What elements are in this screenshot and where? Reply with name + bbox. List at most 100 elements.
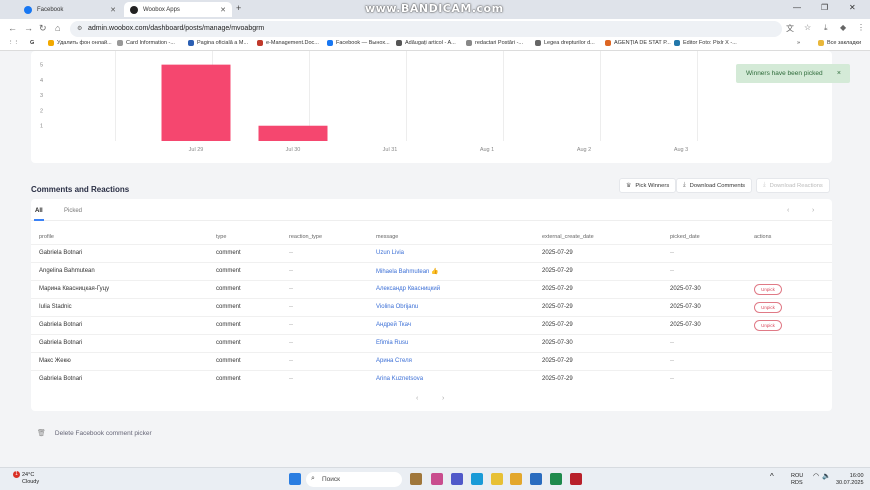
bookmark-item[interactable]: Editor Foto: Pixlr X -... [674,40,737,46]
trophy-icon: ♛ [626,183,632,189]
google-icon[interactable]: G [30,40,34,46]
pick-winners-button[interactable]: ♛ Pick Winners [619,178,677,193]
home-icon[interactable]: ⌂ [55,23,60,33]
download-reactions-button[interactable]: ⤓ Download Reactions [756,178,830,193]
tab-all[interactable]: All [35,208,43,214]
chevron-right-icon[interactable]: › [442,395,444,402]
wifi-icon[interactable]: ◠ [813,473,819,480]
column-header[interactable]: reaction_type [289,234,322,240]
download-icon: ⤓ [683,182,686,188]
tab-woobox[interactable]: Woobox Apps ✕ [124,2,232,17]
chrome-icon[interactable] [491,473,503,485]
cell-type: comment [216,304,241,310]
bookmark-star-icon[interactable]: ☆ [804,23,811,32]
column-header[interactable]: type [216,234,226,240]
tab-title: Facebook [37,6,64,13]
table-row: Gabriela Botnari comment -- Arina Kuznetsov… [31,370,832,388]
cell-picked: -- [670,358,674,364]
folder-icon[interactable] [510,473,522,485]
chevron-right-icon[interactable]: › [812,207,814,214]
unpick-button[interactable]: Unpick [754,320,782,331]
cell-message[interactable]: Arina Kuznetsova [376,376,423,382]
forward-icon[interactable]: → [24,23,33,33]
language-indicator[interactable]: ROU RDS [791,473,803,487]
y-tick-label: 3 [40,93,43,99]
weather-widget[interactable]: 1 24°C Cloudy [8,471,39,486]
recorder-icon[interactable] [570,473,582,485]
photos-icon[interactable] [431,473,443,485]
close-window-icon[interactable]: ✕ [849,3,856,12]
bookmark-item[interactable]: Adăugați articol - A... [396,40,456,46]
x-tick-label: Aug 3 [674,147,688,153]
excel-icon[interactable] [550,473,562,485]
more-bookmarks-icon[interactable]: » [797,40,800,46]
cell-message[interactable]: Андрей Ткач [376,322,411,328]
chevron-left-icon[interactable]: ‹ [416,395,418,402]
unpick-button[interactable]: Unpick [754,284,782,295]
close-tab-icon[interactable]: ✕ [220,6,226,14]
chevron-up-icon[interactable]: ^ [770,473,774,481]
maximize-icon[interactable]: ❐ [821,3,828,12]
teams-icon[interactable] [451,473,463,485]
notification-badge: 1 [13,471,20,478]
menu-icon[interactable]: ⋮ [857,23,865,32]
bookmark-item[interactable]: AGENȚIA DE STAT P... [605,40,671,46]
edge-icon[interactable] [471,473,483,485]
reload-icon[interactable]: ↻ [39,23,47,34]
x-tick-label: Aug 1 [480,147,494,153]
windows-start-icon[interactable] [289,473,301,485]
close-icon[interactable]: × [837,70,841,77]
explorer-icon[interactable] [410,473,422,485]
cell-message[interactable]: Efimia Rusu [376,340,408,346]
chevron-left-icon[interactable]: ‹ [787,207,789,214]
language-code: ROU [791,473,804,479]
volume-icon[interactable]: 🔈 [822,473,831,480]
new-tab-button[interactable]: + [236,3,241,13]
bookmark-favicon-icon [535,40,541,46]
all-bookmarks[interactable]: Все закладки [818,40,861,46]
bookmark-item[interactable]: e-Management.Doc... [257,40,319,46]
cell-message[interactable]: Violina Obrijanu [376,304,418,310]
tab-picked[interactable]: Picked [64,208,82,214]
app-icon[interactable] [530,473,542,485]
clock[interactable]: 16:00 30.07.2025 [836,473,864,487]
close-tab-icon[interactable]: ✕ [110,6,116,14]
cell-message[interactable]: Арина Стеля [376,358,412,364]
column-header[interactable]: external_create_date [542,234,594,240]
cell-picked: 2025-07-30 [670,286,701,292]
translate-icon[interactable]: 文 [786,23,794,34]
cell-reaction-type: -- [289,322,293,328]
section-title: Comments and Reactions [31,185,130,194]
bookmark-favicon-icon [188,40,194,46]
url-input[interactable]: ⚙ admin.woobox.com/dashboard/posts/manag… [70,21,782,37]
search-icon: ⌕ [311,475,315,482]
extension-icon[interactable]: ◆ [840,23,846,32]
download-icon: ⤓ [763,182,766,188]
cell-message[interactable]: Mihaela Bahmutean 👍 [376,268,439,275]
minimize-icon[interactable]: — [793,3,801,12]
cell-created: 2025-07-29 [542,286,573,292]
tab-facebook[interactable]: Facebook ✕ [18,2,122,17]
unpick-button[interactable]: Unpick [754,302,782,313]
cell-profile: Angelina Bahmutean [39,268,95,274]
time: 16:00 [849,473,864,479]
apps-icon[interactable]: ⋮⋮ [8,40,19,46]
cell-message[interactable]: Uzun Livia [376,250,404,256]
column-header[interactable]: picked_date [670,234,700,240]
download-comments-button[interactable]: ⤓ Download Comments [676,178,753,193]
bookmark-item[interactable]: Facebook — Вынох... [327,40,390,46]
column-header[interactable]: message [376,234,398,240]
cell-created: 2025-07-29 [542,250,573,256]
taskbar-search[interactable]: ⌕ Поиск [306,472,402,487]
site-info-icon[interactable]: ⚙ [77,25,82,32]
delete-picker-link[interactable]: 🗑 Delete Facebook comment picker [37,429,152,438]
bookmark-item[interactable]: Pagina oficială a M... [188,40,248,46]
download-icon[interactable]: ⤓ [824,23,828,33]
cell-message[interactable]: Александр Квасницкий [376,286,440,292]
back-icon[interactable]: ← [8,23,17,33]
bookmark-item[interactable]: Legea drepturilor d... [535,40,595,46]
bookmark-item[interactable]: Удалить фон онлай... [48,40,112,46]
bookmark-item[interactable]: redactari Postări -... [466,40,523,46]
column-header[interactable]: profile [39,234,54,240]
bookmark-item[interactable]: Card Information -... [117,40,175,46]
